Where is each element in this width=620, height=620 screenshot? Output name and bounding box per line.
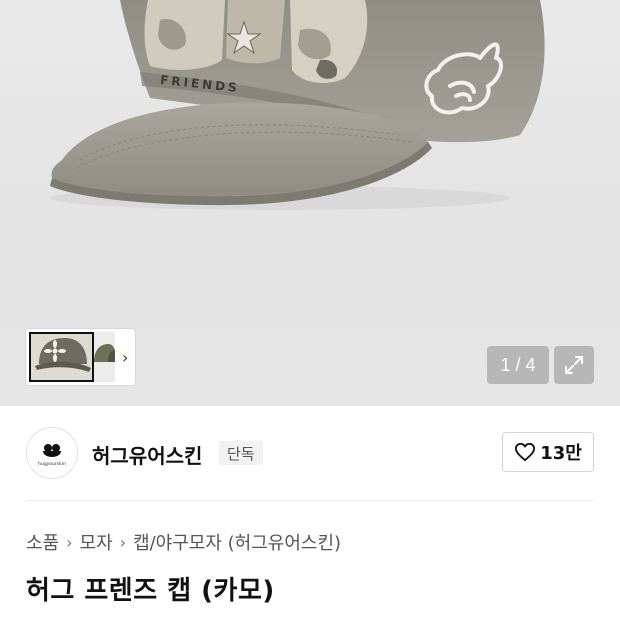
breadcrumb-item-hats[interactable]: 모자	[80, 529, 113, 555]
breadcrumb-item-accessories[interactable]: 소품	[26, 529, 59, 555]
svg-text:hugyourskin: hugyourskin	[38, 461, 66, 467]
chevron-right-icon: ›	[119, 532, 127, 552]
brand-name[interactable]: 허그유어스킨	[92, 440, 202, 469]
cap-thumbnail-icon	[93, 332, 116, 382]
image-counter: 1 / 4	[487, 346, 549, 384]
brand-logo-icon: hugyourskin	[38, 444, 66, 467]
exclusive-badge: 단독	[219, 441, 263, 465]
heart-icon	[515, 442, 536, 462]
like-count: 13만	[540, 443, 582, 464]
thumbnail-selected[interactable]	[29, 332, 94, 382]
divider	[26, 500, 594, 501]
thumbnail-next[interactable]	[93, 332, 116, 382]
brand-logo[interactable]: hugyourskin	[26, 427, 78, 479]
chevron-right-icon: ›	[66, 532, 73, 552]
cap-thumbnail-icon	[31, 334, 92, 380]
breadcrumb: 소품 › 모자 › 캡/야구모자 (허그유어스킨)	[26, 529, 341, 555]
chevron-right-icon[interactable]: ›	[115, 348, 135, 367]
thumbnail-strip[interactable]: ›	[26, 329, 135, 385]
like-button[interactable]: 13만	[502, 432, 594, 472]
product-title: 허그 프렌즈 캡 (카모)	[26, 576, 275, 606]
product-image-gallery[interactable]: FRIENDS › 1 / 4	[0, 0, 620, 406]
brand-row: hugyourskin 허그유어스킨 단독 13만	[26, 427, 594, 481]
breadcrumb-item-caps[interactable]: 캡/야구모자 (허그유어스킨)	[133, 529, 341, 555]
expand-icon	[565, 356, 583, 374]
expand-button[interactable]	[554, 346, 594, 384]
